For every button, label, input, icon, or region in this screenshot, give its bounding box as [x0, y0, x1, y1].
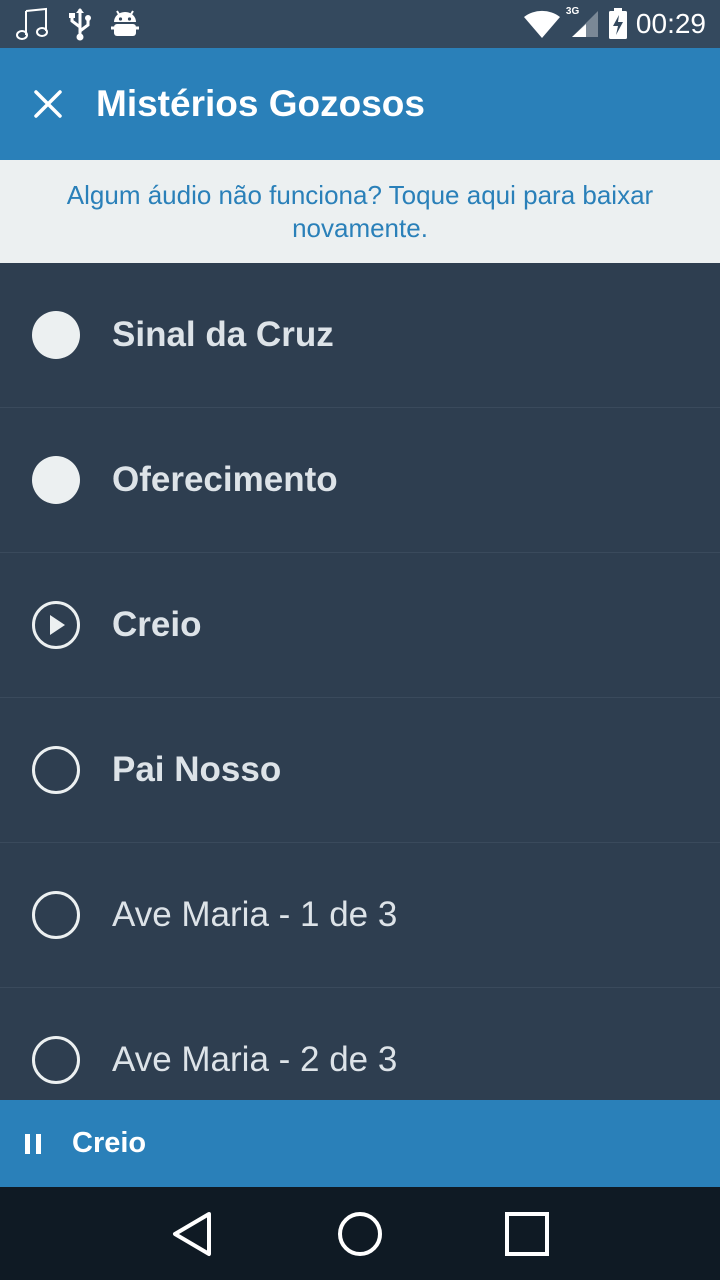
prayer-label: Ave Maria - 2 de 3 — [112, 1040, 398, 1079]
usb-icon — [68, 7, 92, 41]
pending-indicator-icon — [0, 698, 112, 843]
wifi-icon — [523, 10, 560, 38]
prayer-item[interactable]: Ave Maria - 1 de 3 — [0, 843, 720, 988]
pending-indicator-icon — [0, 988, 112, 1101]
prayer-item[interactable]: Pai Nosso — [0, 698, 720, 843]
now-playing-title: Creio — [72, 1127, 147, 1159]
home-button[interactable] — [320, 1194, 400, 1274]
app-bar: Mistérios Gozosos — [0, 48, 720, 160]
redownload-banner[interactable]: Algum áudio não funciona? Toque aqui par… — [0, 160, 720, 263]
playing-indicator-icon — [0, 553, 112, 698]
now-playing-bar[interactable]: Creio — [0, 1100, 720, 1187]
cell-signal-icon: 3G — [565, 6, 600, 39]
completed-indicator-icon — [0, 263, 112, 408]
prayer-item[interactable]: Oferecimento — [0, 408, 720, 553]
prayer-item[interactable]: Sinal da Cruz — [0, 263, 720, 408]
prayer-label: Creio — [112, 605, 202, 644]
prayer-item[interactable]: Ave Maria - 2 de 3 — [0, 988, 720, 1100]
prayer-label: Sinal da Cruz — [112, 315, 334, 354]
status-bar: 3G 00:29 — [0, 0, 720, 48]
navigation-bar — [0, 1187, 720, 1280]
close-icon — [34, 90, 62, 118]
system-icons: 3G 00:29 — [516, 6, 706, 40]
home-icon — [337, 1211, 382, 1256]
prayer-label: Oferecimento — [112, 460, 338, 499]
back-icon — [173, 1211, 212, 1256]
music-note-icon — [16, 7, 50, 41]
pause-icon — [25, 1133, 41, 1154]
network-type-label: 3G — [565, 6, 580, 17]
screen: 3G 00:29 Mistérios Gozosos Algum áudio n… — [0, 0, 720, 1280]
pause-button[interactable] — [0, 1100, 72, 1187]
recents-button[interactable] — [487, 1194, 567, 1274]
completed-indicator-icon — [0, 408, 112, 553]
prayer-item[interactable]: Creio — [0, 553, 720, 698]
battery-charging-icon — [608, 8, 628, 40]
recents-icon — [504, 1211, 549, 1256]
android-debug-icon — [110, 8, 140, 40]
page-title: Mistérios Gozosos — [96, 83, 425, 124]
notification-icons — [16, 7, 158, 41]
clock: 00:29 — [635, 8, 706, 39]
pending-indicator-icon — [0, 843, 112, 988]
prayer-list: Sinal da Cruz Oferecimento Creio Pai Nos… — [0, 263, 720, 1100]
prayer-label: Ave Maria - 1 de 3 — [112, 895, 398, 934]
back-button[interactable] — [153, 1194, 233, 1274]
close-button[interactable] — [0, 48, 96, 160]
prayer-label: Pai Nosso — [112, 750, 282, 789]
